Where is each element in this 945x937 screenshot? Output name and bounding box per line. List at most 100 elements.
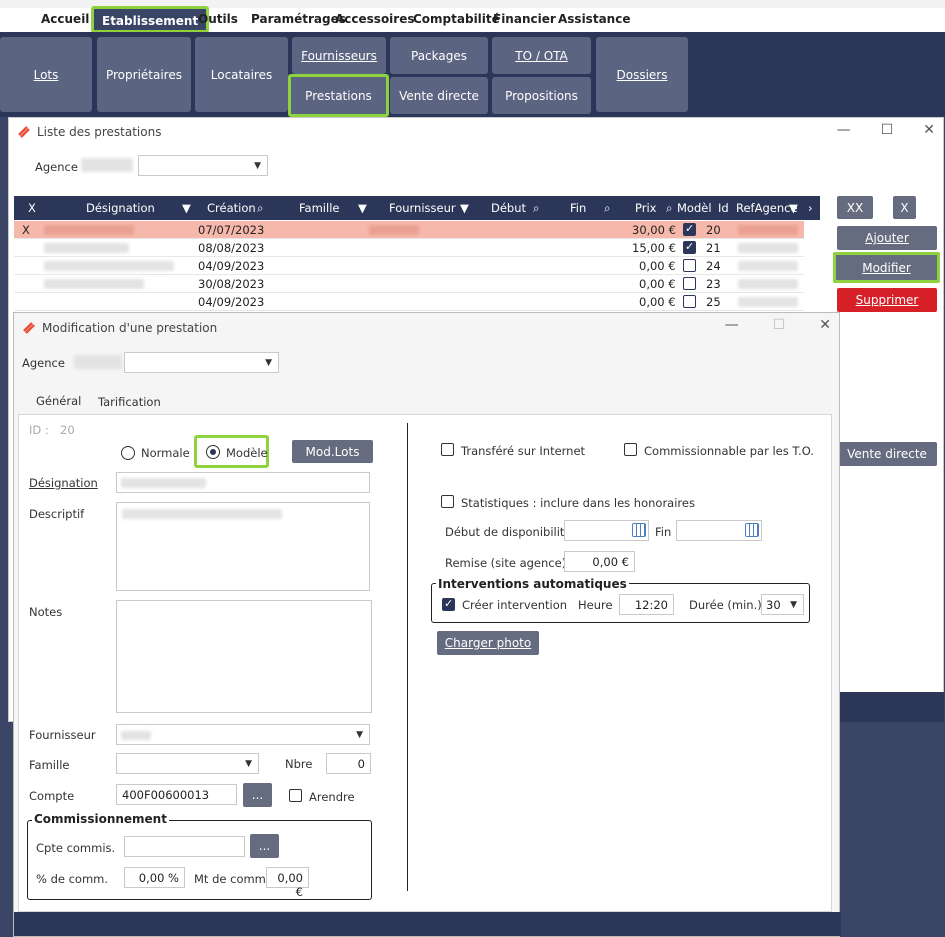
debut-dispo-input[interactable] — [564, 520, 649, 541]
col-fournisseur[interactable]: Fournisseur — [389, 201, 456, 215]
agence-select[interactable]: ▼ — [138, 155, 268, 176]
ribbon-vente-directe-button[interactable]: Vente directe — [390, 77, 488, 114]
menu-financier[interactable]: Financier — [493, 12, 556, 26]
table-row[interactable]: X 07/07/2023 30,00 € 20 — [14, 221, 804, 239]
col-creation[interactable]: Création — [207, 201, 256, 215]
menu-outils[interactable]: Outils — [198, 12, 238, 26]
minimize-icon[interactable]: — — [725, 317, 739, 333]
xx-button[interactable]: XX — [837, 196, 873, 219]
app-logo-icon — [18, 125, 30, 138]
row-modele-checkbox[interactable] — [683, 240, 696, 254]
remise-input[interactable]: 0,00 € — [564, 551, 635, 572]
menu-comptabilite[interactable]: Comptabilité — [413, 12, 500, 26]
statistiques-checkbox[interactable] — [441, 495, 454, 508]
col-fin[interactable]: Fin — [570, 201, 586, 215]
row-modele-checkbox[interactable] — [683, 222, 696, 236]
col-famille[interactable]: Famille — [299, 201, 339, 215]
search-icon[interactable]: ⌕ — [533, 201, 539, 216]
nbre-input[interactable]: 0 — [326, 753, 371, 774]
ribbon-lots-button[interactable]: Lots — [0, 37, 92, 112]
calendar-icon[interactable] — [632, 523, 646, 537]
descriptif-textarea[interactable] — [116, 502, 370, 591]
ribbon-dossiers-button[interactable]: Dossiers — [596, 37, 688, 112]
ribbon-fournisseurs-button[interactable]: Fournisseurs — [292, 37, 386, 74]
menu-etablissement[interactable]: Etablissement — [91, 6, 210, 33]
search-icon[interactable]: ⌕ — [257, 201, 263, 216]
row-id: 25 — [706, 295, 721, 309]
mod-lots-button[interactable]: Mod.Lots — [292, 440, 373, 463]
filter-icon[interactable]: ▼ — [789, 201, 798, 215]
cpte-commis-browse-button[interactable]: ... — [250, 834, 279, 858]
calendar-icon[interactable] — [745, 523, 759, 537]
cpte-commis-input[interactable] — [124, 836, 245, 857]
ribbon-locataires-button[interactable]: Locataires — [195, 37, 288, 112]
pct-comm-input[interactable]: 0,00 % — [124, 867, 185, 888]
col-debut[interactable]: Début — [491, 201, 526, 215]
transfere-checkbox[interactable] — [441, 443, 454, 456]
radio-modele[interactable] — [206, 445, 220, 459]
arendre-checkbox[interactable] — [289, 789, 302, 802]
ribbon-packages-button[interactable]: Packages — [390, 37, 488, 74]
famille-select[interactable]: ▼ — [116, 753, 259, 774]
filter-icon[interactable]: ▼ — [182, 201, 191, 215]
col-designation[interactable]: Désignation — [86, 201, 155, 215]
table-row[interactable]: 30/08/2023 0,00 € 23 — [14, 275, 804, 293]
tab-tarification[interactable]: Tarification — [98, 395, 161, 409]
col-modele[interactable]: Modèl — [677, 201, 712, 215]
duree-select[interactable]: 30 ▼ — [761, 594, 804, 615]
compte-input[interactable]: 400F00600013 — [116, 784, 237, 805]
fournisseur-select[interactable]: ▼ — [116, 724, 370, 745]
supprimer-button[interactable]: Supprimer — [837, 288, 937, 312]
ribbon-propositions-button[interactable]: Propositions — [492, 77, 591, 114]
x-button[interactable]: X — [893, 196, 916, 219]
minimize-icon[interactable]: — — [837, 122, 851, 138]
compte-browse-button[interactable]: ... — [243, 783, 272, 807]
mt-comm-input[interactable]: 0,00 € — [266, 867, 309, 899]
xx-button-label: XX — [846, 200, 864, 215]
col-x[interactable]: X — [28, 201, 36, 215]
commissionnable-checkbox[interactable] — [624, 443, 637, 456]
menu-accueil[interactable]: Accueil — [41, 12, 89, 26]
close-icon[interactable]: ✕ — [923, 122, 935, 138]
ribbon-to-ota-button[interactable]: TO / OTA — [492, 37, 591, 74]
ribbon-locataires-label: Locataires — [210, 67, 273, 82]
agence-select[interactable]: ▼ — [124, 352, 279, 373]
ribbon-prestations-button[interactable]: Prestations — [288, 74, 389, 117]
menu-assistance[interactable]: Assistance — [558, 12, 630, 26]
table-row[interactable]: 04/09/2023 0,00 € 25 — [14, 293, 804, 311]
creer-intervention-checkbox[interactable] — [442, 597, 455, 611]
filter-icon[interactable]: ▼ — [358, 201, 367, 215]
chevron-right-icon[interactable]: › — [808, 201, 813, 215]
menu-accessoires[interactable]: Accessoires — [335, 12, 415, 26]
heure-input[interactable]: 12:20 — [619, 594, 674, 615]
radio-normale[interactable] — [121, 446, 135, 460]
charger-photo-button[interactable]: Charger photo — [437, 631, 539, 655]
row-modele-checkbox[interactable] — [683, 259, 696, 272]
modifier-button[interactable]: Modifier — [833, 252, 940, 283]
row-prix: 0,00 € — [639, 295, 676, 309]
col-prix[interactable]: Prix — [635, 201, 656, 215]
table-row[interactable]: 04/09/2023 0,00 € 24 — [14, 257, 804, 275]
id-label: ID : — [29, 423, 49, 437]
search-icon[interactable]: ⌕ — [604, 201, 610, 216]
menu-parametrages[interactable]: Paramétrages — [251, 12, 346, 26]
row-modele-checkbox[interactable] — [683, 277, 696, 290]
close-icon[interactable]: ✕ — [819, 317, 831, 333]
ajouter-button[interactable]: Ajouter — [837, 226, 937, 250]
heure-label: Heure — [578, 598, 613, 612]
col-id[interactable]: Id — [718, 201, 729, 215]
designation-input[interactable] — [116, 472, 370, 493]
search-icon[interactable]: ⌕ — [666, 201, 672, 216]
fin-input[interactable] — [676, 520, 762, 541]
maximize-icon[interactable]: ☐ — [881, 122, 894, 138]
ribbon: Lots Propriétaires Locataires Fournisseu… — [0, 32, 945, 117]
ribbon-proprietaires-button[interactable]: Propriétaires — [97, 37, 191, 112]
nbre-label: Nbre — [285, 757, 313, 771]
ajouter-button-label: Ajouter — [865, 231, 909, 245]
row-modele-checkbox[interactable] — [683, 295, 696, 308]
table-row[interactable]: 08/08/2023 15,00 € 21 — [14, 239, 804, 257]
vente-directe-button[interactable]: Vente directe — [837, 442, 937, 466]
notes-textarea[interactable] — [116, 600, 372, 713]
filter-icon[interactable]: ▼ — [460, 201, 469, 215]
tab-general[interactable]: Général — [36, 394, 82, 416]
